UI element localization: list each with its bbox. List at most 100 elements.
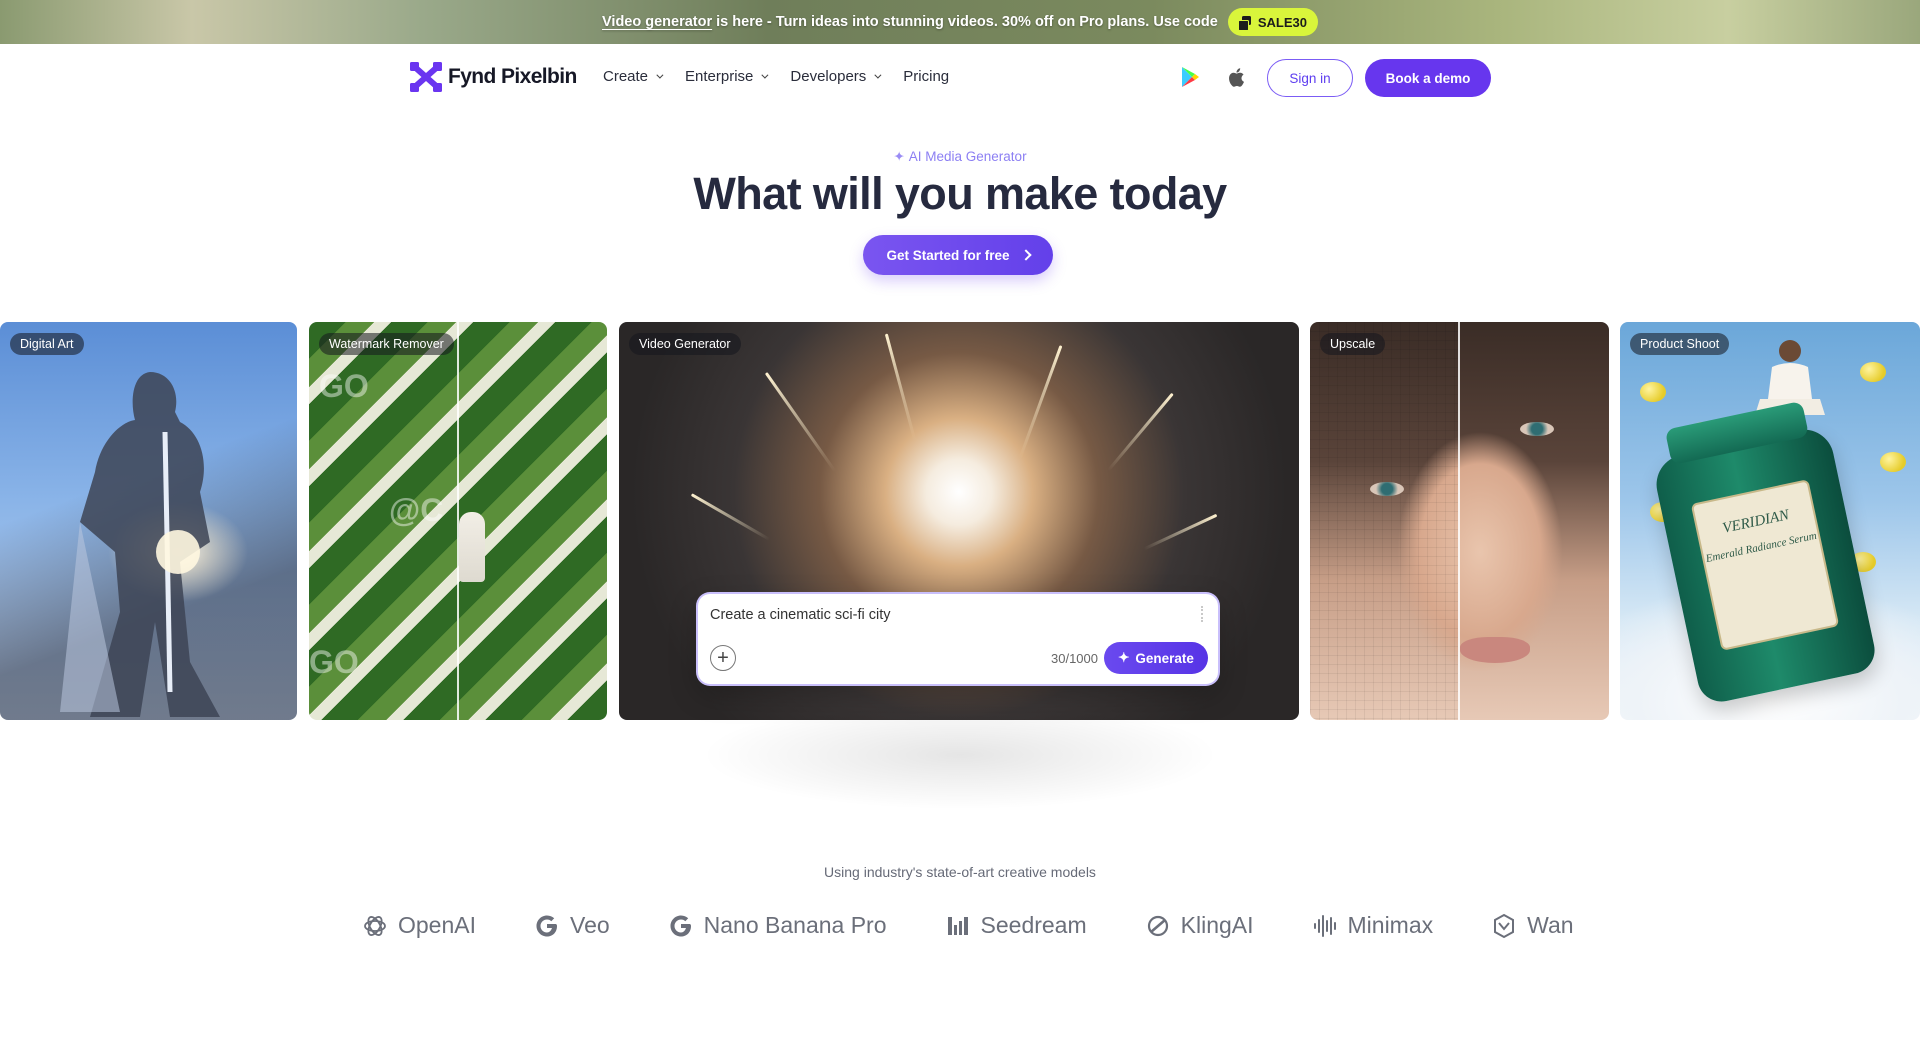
brand-name: Fynd Pixelbin bbox=[448, 65, 577, 88]
light-ray bbox=[1107, 392, 1174, 472]
resize-handle[interactable] bbox=[1201, 606, 1204, 622]
sparkle-icon: ✦ bbox=[1118, 650, 1130, 665]
chevron-down-icon bbox=[761, 71, 769, 79]
menu-enterprise[interactable]: Enterprise bbox=[685, 68, 769, 85]
promo-video-generator-link[interactable]: Video generator bbox=[602, 14, 712, 30]
card-upscale[interactable]: Upscale bbox=[1310, 322, 1609, 720]
promo-code-label: SALE30 bbox=[1257, 14, 1307, 30]
prompt-input[interactable]: Create a cinematic sci-fi city bbox=[710, 607, 891, 623]
light-ray bbox=[1018, 345, 1063, 459]
card-product-shoot[interactable]: VERIDIAN Emerald Radiance Serum Product … bbox=[1620, 322, 1920, 720]
add-attachment-button[interactable]: + bbox=[710, 645, 736, 671]
google-g-icon bbox=[536, 915, 557, 936]
menu-create[interactable]: Create bbox=[603, 68, 664, 85]
light-ray bbox=[764, 371, 837, 473]
card-watermark-remover[interactable]: GO @C GO Watermark Remover bbox=[309, 322, 607, 720]
model-name: Nano Banana Pro bbox=[703, 912, 887, 938]
light-ray bbox=[690, 493, 771, 541]
eye-right bbox=[1520, 422, 1554, 436]
product-jar: VERIDIAN Emerald Radiance Serum bbox=[1650, 400, 1880, 706]
generate-button[interactable]: ✦ Generate bbox=[1104, 642, 1208, 674]
pixelbin-logo-icon bbox=[410, 62, 442, 92]
models-caption: Using industry's state-of-art creative m… bbox=[824, 864, 1096, 880]
lemon bbox=[1860, 362, 1886, 382]
promo-message: is here - Turn ideas into stunning video… bbox=[716, 14, 1218, 30]
model-name: Wan bbox=[1527, 912, 1574, 938]
card-tag: Video Generator bbox=[629, 333, 741, 355]
hero-title: What will you make today bbox=[693, 168, 1227, 219]
prompt-shadow bbox=[700, 700, 1220, 810]
get-started-label: Get Started for free bbox=[886, 247, 1010, 263]
model-seedream: Seedream bbox=[945, 912, 1087, 939]
model-wan: Wan bbox=[1491, 912, 1574, 939]
jar-label: VERIDIAN Emerald Radiance Serum bbox=[1690, 479, 1840, 651]
get-started-button[interactable]: Get Started for free bbox=[863, 235, 1053, 275]
jar-lid bbox=[1664, 400, 1810, 466]
promo-banner: Video generator is here - Turn ideas int… bbox=[0, 0, 1920, 44]
google-play-icon[interactable] bbox=[1180, 66, 1200, 88]
hero-eyebrow: ✦ AI Media Generator bbox=[0, 149, 1920, 165]
model-minimax: Minimax bbox=[1312, 912, 1434, 939]
pixelated-half bbox=[1310, 322, 1458, 720]
card-tag: Product Shoot bbox=[1630, 333, 1730, 355]
chevron-down-icon bbox=[874, 71, 882, 79]
minimax-wave-icon bbox=[1313, 914, 1336, 937]
eyebrow-label: AI Media Generator bbox=[908, 149, 1027, 164]
prompt-box: Create a cinematic sci-fi city + 30/1000… bbox=[698, 594, 1218, 684]
model-nano-banana-pro: Nano Banana Pro bbox=[668, 912, 887, 939]
model-name: OpenAI bbox=[398, 912, 476, 938]
sparkle-icon: ✦ bbox=[893, 149, 905, 164]
copy-icon bbox=[1237, 15, 1251, 31]
watermark-text: @C bbox=[389, 492, 444, 528]
card-tag: Upscale bbox=[1320, 333, 1386, 355]
lips bbox=[1460, 637, 1530, 663]
generate-label: Generate bbox=[1135, 650, 1194, 666]
card-tag: Watermark Remover bbox=[319, 333, 454, 355]
model-openai: OpenAI bbox=[362, 912, 476, 939]
light-ray bbox=[1143, 513, 1218, 551]
models-row: OpenAI Veo Nano Banana Pro Seedream Klin… bbox=[362, 912, 1574, 939]
card-tag: Digital Art bbox=[10, 333, 84, 355]
google-g-icon bbox=[670, 915, 691, 936]
menu-enterprise-label: Enterprise bbox=[685, 68, 754, 85]
plus-icon: + bbox=[717, 647, 729, 669]
lemon bbox=[1640, 382, 1666, 402]
openai-icon bbox=[364, 915, 386, 936]
menu-pricing[interactable]: Pricing bbox=[903, 68, 949, 85]
book-demo-button[interactable]: Book a demo bbox=[1365, 59, 1491, 97]
character-count: 30/1000 bbox=[1051, 651, 1098, 666]
light-ray bbox=[884, 333, 917, 441]
compare-divider[interactable] bbox=[457, 322, 459, 720]
promo-code-button[interactable]: SALE30 bbox=[1227, 8, 1318, 36]
brand-logo[interactable]: Fynd Pixelbin bbox=[410, 62, 577, 92]
model-name: Minimax bbox=[1347, 912, 1434, 938]
menu-create-label: Create bbox=[603, 68, 649, 85]
eye-left bbox=[1370, 482, 1404, 496]
menu-pricing-label: Pricing bbox=[903, 68, 950, 85]
model-name: KlingAI bbox=[1180, 912, 1254, 938]
lemon bbox=[1880, 452, 1906, 472]
menu-developers[interactable]: Developers bbox=[790, 68, 882, 85]
chevron-down-icon bbox=[656, 71, 664, 79]
model-klingai: KlingAI bbox=[1145, 912, 1254, 939]
knight-illustration bbox=[60, 372, 220, 717]
watermark-text: GO bbox=[319, 368, 369, 404]
model-name: Veo bbox=[570, 912, 610, 938]
apple-icon[interactable] bbox=[1227, 67, 1245, 88]
sign-in-button[interactable]: Sign in bbox=[1267, 59, 1353, 97]
compare-divider[interactable] bbox=[1458, 322, 1460, 720]
model-veo: Veo bbox=[534, 912, 610, 939]
menu-developers-label: Developers bbox=[790, 68, 867, 85]
promo-text: Video generator is here - Turn ideas int… bbox=[602, 14, 1218, 30]
wan-icon bbox=[1494, 913, 1515, 938]
seedream-bars-icon bbox=[947, 916, 968, 935]
woman-figure bbox=[459, 512, 485, 582]
card-digital-art[interactable]: Digital Art bbox=[0, 322, 297, 720]
top-navigation: Fynd Pixelbin Create Enterprise Develope… bbox=[0, 44, 1920, 110]
chevron-right-icon bbox=[1019, 249, 1032, 261]
klingai-icon bbox=[1147, 915, 1168, 936]
main-menu: Create Enterprise Developers Pricing bbox=[603, 68, 949, 85]
model-name: Seedream bbox=[980, 912, 1087, 938]
store-links bbox=[1180, 66, 1245, 88]
watermark-text: GO bbox=[309, 644, 359, 680]
